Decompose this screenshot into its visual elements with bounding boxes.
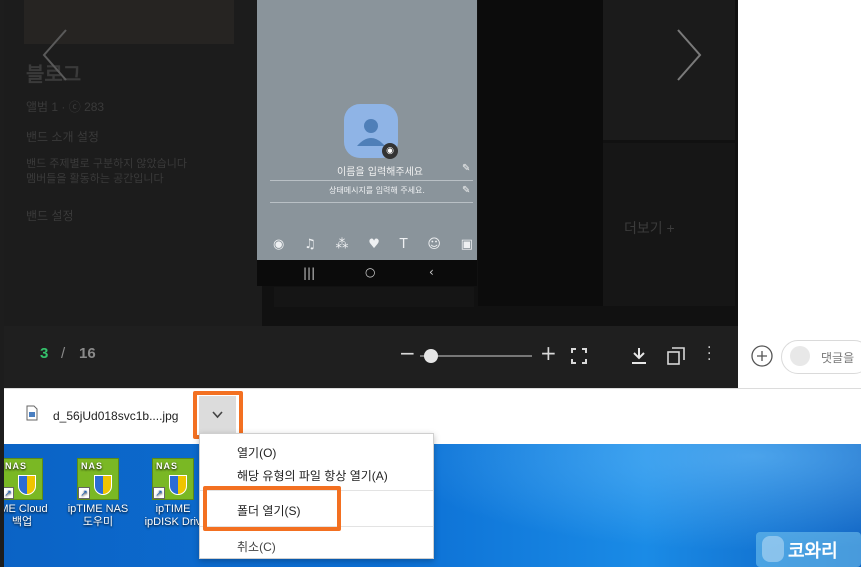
download-icon[interactable] <box>631 347 647 365</box>
nas-badge: NAS <box>156 461 179 471</box>
camera-icon: ◉ <box>273 237 285 252</box>
blog-meta: 앨범 1 · ⓒ 283 <box>26 100 105 114</box>
nas-badge: NAS <box>5 461 28 471</box>
more-options-icon[interactable]: · · · <box>707 341 711 367</box>
music-icon: ♫ <box>304 237 316 252</box>
band-desc-line: 밴드 주제별로 구분하지 않았습니다 <box>26 158 187 170</box>
zoom-in-button[interactable]: + <box>540 343 557 363</box>
status-input: 상태메시지를 입력해 주세요. <box>329 186 425 195</box>
copy-icon[interactable] <box>667 347 685 365</box>
shortcut-arrow-icon: ↗ <box>78 487 90 499</box>
watermark: 코와리 <box>756 532 861 567</box>
zoom-slider-handle[interactable] <box>424 349 438 363</box>
edit-pencil-icon: ✎ <box>462 163 471 174</box>
sticker-icon: ♥ <box>368 237 380 252</box>
background-thumbnail <box>603 0 735 140</box>
more-link: 더보기 + <box>624 220 675 236</box>
back-icon: ‹ <box>429 265 434 279</box>
next-arrow-icon[interactable] <box>674 28 704 82</box>
divider <box>270 202 473 203</box>
camera-badge-icon: ◉ <box>382 143 398 159</box>
window-border <box>0 0 4 567</box>
nas-app-icon: NAS ↗ <box>1 458 43 500</box>
nas-badge: NAS <box>81 461 104 471</box>
avatar <box>790 346 810 366</box>
grid-icon: ⁂ <box>335 237 349 252</box>
nas-app-icon: NAS ↗ <box>152 458 194 500</box>
watermark-text: 코와리 <box>788 541 838 562</box>
menu-item-always-open[interactable]: 해당 유형의 파일 항상 열기(A) <box>237 467 388 484</box>
band-desc-line: 멤버들을 활동하는 공간입니다 <box>26 173 164 185</box>
shortcut-arrow-icon: ↗ <box>153 487 165 499</box>
emoji-icon: ☺ <box>427 237 441 252</box>
name-input: 이름을 입력해주세요 <box>337 167 423 178</box>
desktop-icon-cloud-backup[interactable]: NAS ↗ IME Cloud 백업 <box>0 458 58 529</box>
desktop-icon-nas-helper[interactable]: NAS ↗ ipTIME NAS 도우미 <box>62 458 134 529</box>
phone-nav-bar: ||| ○ ‹ <box>257 260 477 286</box>
phone-edit-toolbar: ◉ ♫ ⁂ ♥ T ☺ ▣ <box>273 237 473 255</box>
shield-icon <box>18 475 36 495</box>
background-column <box>478 0 603 306</box>
zoom-out-button[interactable]: − <box>399 343 416 363</box>
comment-placeholder: 댓글을 <box>821 351 855 365</box>
band-settings-link: 밴드 설정 <box>26 209 74 223</box>
home-icon: ○ <box>365 265 376 279</box>
desktop-icon-label: IME Cloud 백업 <box>0 503 48 528</box>
shield-icon <box>94 475 112 495</box>
edit-pencil-icon: ✎ <box>462 185 471 196</box>
fullscreen-icon[interactable] <box>571 348 587 364</box>
menu-item-open[interactable]: 열기(O) <box>237 444 276 461</box>
total-pages: 16 <box>79 345 96 362</box>
download-filename[interactable]: d_56jUd018svc1b....jpg <box>53 409 178 423</box>
text-icon: T <box>399 237 408 252</box>
band-label: 밴드 소개 설정 <box>26 130 99 144</box>
current-page: 3 <box>40 345 49 362</box>
recent-apps-icon: ||| <box>303 266 316 280</box>
highlight-box <box>193 391 243 439</box>
highlight-box <box>203 486 341 531</box>
page-separator: / <box>61 345 66 362</box>
menu-item-cancel[interactable]: 취소(C) <box>237 538 276 555</box>
mascot-icon <box>762 536 784 562</box>
trash-icon: ▣ <box>460 237 473 252</box>
divider <box>270 180 473 181</box>
add-icon[interactable] <box>751 345 773 367</box>
nas-app-icon: NAS ↗ <box>77 458 119 500</box>
shield-icon <box>169 475 187 495</box>
background-strip <box>274 287 474 307</box>
file-image-icon <box>26 405 38 421</box>
viewer-toolbar <box>4 326 738 388</box>
comment-panel <box>738 0 861 388</box>
previous-arrow-icon[interactable] <box>40 28 70 82</box>
desktop-icon-label: ipTIME NAS 도우미 <box>67 503 129 528</box>
